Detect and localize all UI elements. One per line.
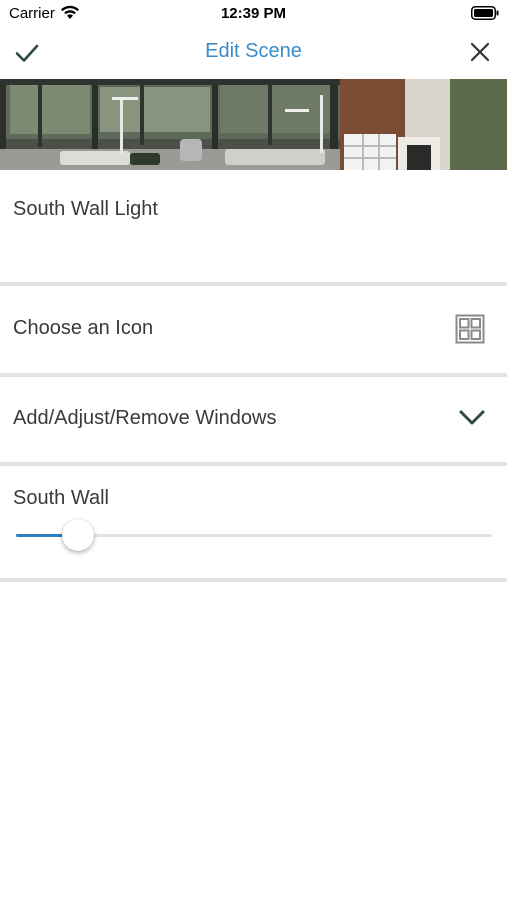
divider xyxy=(0,578,507,582)
scene-name-row[interactable]: South Wall Light xyxy=(0,170,507,282)
windows-row-label: Add/Adjust/Remove Windows xyxy=(13,407,277,429)
close-icon[interactable] xyxy=(469,41,491,63)
chevron-down-icon[interactable] xyxy=(459,409,485,427)
slider-label: South Wall xyxy=(13,487,109,509)
scene-name-text[interactable]: South Wall Light xyxy=(13,198,158,221)
window-slider-row: South Wall xyxy=(0,466,507,578)
windows-row[interactable]: Add/Adjust/Remove Windows xyxy=(0,377,507,462)
status-bar: Carrier 12:39 PM xyxy=(0,0,507,28)
clock: 12:39 PM xyxy=(220,5,287,22)
choose-icon-label: Choose an Icon xyxy=(13,317,154,339)
nav-bar: Edit Scene xyxy=(0,28,507,78)
page-title: Edit Scene xyxy=(205,40,302,62)
room-photo xyxy=(0,79,507,170)
battery-icon xyxy=(471,6,499,20)
window-grid-icon[interactable] xyxy=(455,314,485,344)
choose-icon-row[interactable]: Choose an Icon xyxy=(0,286,507,373)
slider-thumb[interactable] xyxy=(61,519,94,551)
